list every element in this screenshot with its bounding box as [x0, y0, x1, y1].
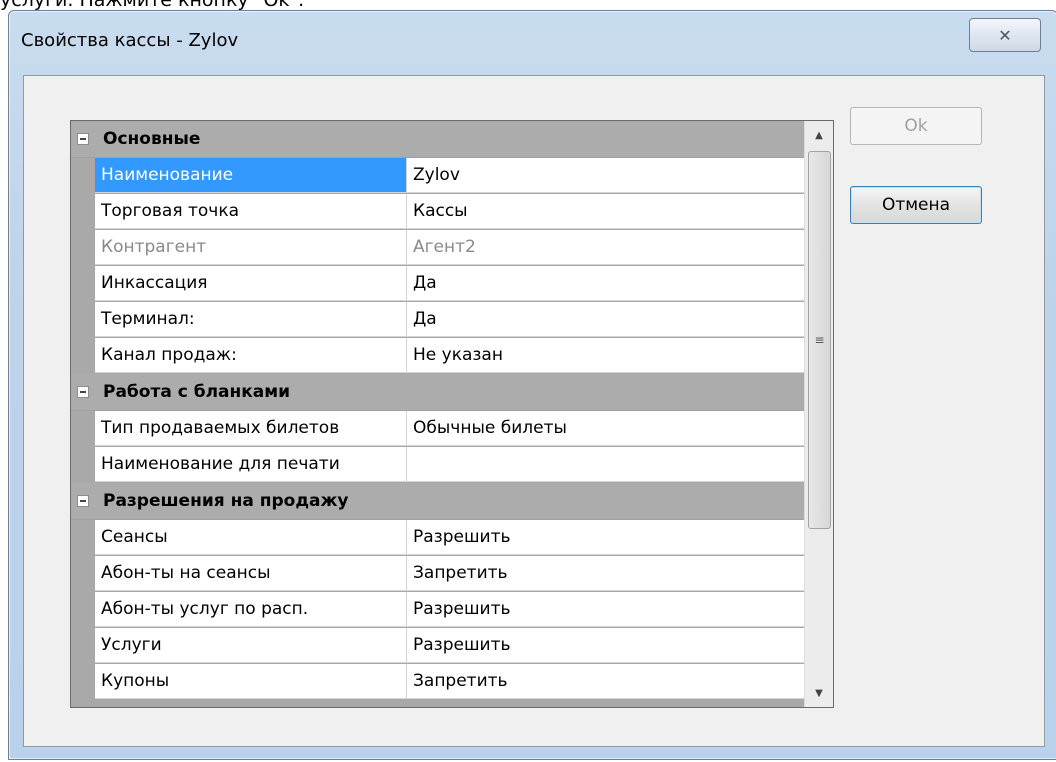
scroll-thumb[interactable]: ≡	[808, 151, 831, 529]
property-row[interactable]: Канал продаж: Не указан	[71, 338, 805, 374]
property-grid[interactable]: Основные Наименование Zylov Торговая точка К…	[70, 120, 834, 708]
grip-icon: ≡	[814, 333, 825, 347]
property-row[interactable]: Абон-ты услуг по расп. Разрешить	[71, 592, 805, 628]
property-name[interactable]: Канал продаж:	[95, 338, 407, 373]
property-rows: Основные Наименование Zylov Торговая точка К…	[71, 121, 805, 700]
property-row[interactable]: Сеансы Разрешить	[71, 520, 805, 556]
property-row[interactable]: Услуги Разрешить	[71, 628, 805, 664]
property-value[interactable]: Разрешить	[407, 520, 805, 555]
dialog-title: Свойства кассы - Zylov	[21, 30, 239, 51]
property-value[interactable]: Запретить	[407, 556, 805, 591]
background-instruction-text: услуги. Нажмите кнопку "Ok".	[0, 0, 305, 11]
property-value[interactable]: Разрешить	[407, 628, 805, 663]
property-name[interactable]: Услуги	[95, 628, 407, 663]
property-row[interactable]: Наименование Zylov	[71, 158, 805, 194]
property-name[interactable]: Инкассация	[95, 266, 407, 301]
category-row[interactable]: Разрешения на продажу	[71, 483, 805, 520]
property-name[interactable]: Наименование	[95, 158, 407, 193]
property-row[interactable]: Контрагент Агент2	[71, 230, 805, 266]
dialog-client-area: Основные Наименование Zylov Торговая точка К…	[23, 75, 1045, 747]
property-row[interactable]: Терминал: Да	[71, 302, 805, 338]
cancel-button[interactable]: Отмена	[850, 186, 982, 224]
property-value[interactable]: Да	[407, 266, 805, 301]
category-label: Разрешения на продажу	[103, 491, 349, 511]
property-value[interactable]: Запретить	[407, 664, 805, 699]
property-value[interactable]: Не указан	[407, 338, 805, 373]
ok-button[interactable]: Ok	[850, 107, 982, 145]
property-name[interactable]: Терминал:	[95, 302, 407, 337]
property-value[interactable]: Разрешить	[407, 592, 805, 627]
property-row[interactable]: Купоны Запретить	[71, 664, 805, 700]
property-name[interactable]: Торговая точка	[95, 194, 407, 229]
property-value[interactable]: Обычные билеты	[407, 411, 805, 446]
vertical-scrollbar[interactable]: ▲ ≡ ▼	[804, 121, 833, 707]
property-row[interactable]: Торговая точка Кассы	[71, 194, 805, 230]
property-value[interactable]: Агент2	[407, 230, 805, 265]
category-row[interactable]: Работа с бланками	[71, 374, 805, 411]
property-row[interactable]: Наименование для печати	[71, 447, 805, 483]
collapse-icon[interactable]	[77, 133, 89, 145]
property-name[interactable]: Абон-ты на сеансы	[95, 556, 407, 591]
property-value[interactable]: Zylov	[407, 158, 805, 193]
scroll-up-arrow-icon[interactable]: ▲	[805, 121, 833, 149]
property-name[interactable]: Наименование для печати	[95, 447, 407, 482]
property-name[interactable]: Купоны	[95, 664, 407, 699]
scroll-down-arrow-icon[interactable]: ▼	[805, 679, 833, 707]
close-button[interactable]: ✕	[969, 18, 1041, 52]
property-name[interactable]: Контрагент	[95, 230, 407, 265]
property-name[interactable]: Абон-ты услуг по расп.	[95, 592, 407, 627]
collapse-icon[interactable]	[77, 386, 89, 398]
close-icon: ✕	[998, 25, 1012, 45]
property-name[interactable]: Сеансы	[95, 520, 407, 555]
category-label: Основные	[103, 129, 201, 149]
property-name[interactable]: Тип продаваемых билетов	[95, 411, 407, 446]
property-row[interactable]: Инкассация Да	[71, 266, 805, 302]
property-value[interactable]: Да	[407, 302, 805, 337]
property-value[interactable]	[407, 447, 805, 482]
dialog-window: Свойства кассы - Zylov ✕ Основные Наимено…	[8, 10, 1056, 760]
property-value[interactable]: Кассы	[407, 194, 805, 229]
collapse-icon[interactable]	[77, 495, 89, 507]
category-label: Работа с бланками	[103, 382, 291, 402]
category-row[interactable]: Основные	[71, 121, 805, 158]
property-row[interactable]: Абон-ты на сеансы Запретить	[71, 556, 805, 592]
property-row[interactable]: Тип продаваемых билетов Обычные билеты	[71, 411, 805, 447]
